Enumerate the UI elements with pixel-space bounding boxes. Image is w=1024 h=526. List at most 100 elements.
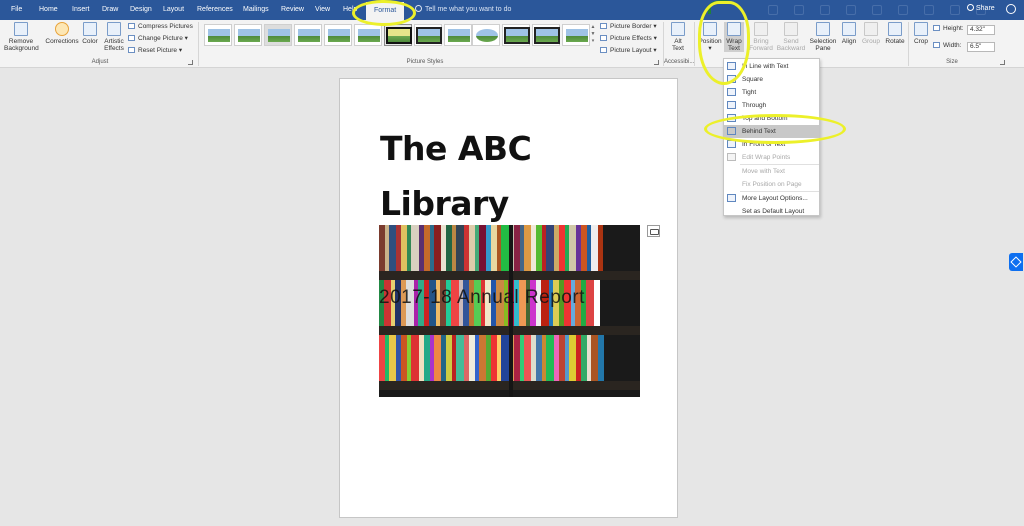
tab-design[interactable]: Design	[130, 4, 152, 18]
title-line-2: Library	[380, 184, 509, 223]
selection-pane-label-2: Pane	[815, 45, 831, 52]
tab-mailings[interactable]: Mailings	[243, 4, 269, 18]
artistic-effects-icon	[107, 22, 121, 36]
bring-forward-label-2: Forward	[749, 45, 773, 52]
picture-layout-icon	[600, 47, 607, 53]
remove-background-label-2: Background	[4, 45, 39, 52]
tab-references[interactable]: References	[197, 4, 233, 18]
group-label-adjust: Adjust	[91, 59, 109, 65]
crop-label: Crop	[913, 38, 929, 45]
send-backward-button[interactable]: Send Backward	[776, 22, 806, 52]
bookshelf-image[interactable]: 2017-18 Annual Report	[379, 225, 640, 397]
ribbon: Remove Background Corrections Color Arti…	[0, 20, 1024, 68]
alt-text-label-2: Text	[672, 45, 684, 52]
adjust-dialog-launcher[interactable]	[188, 60, 193, 65]
tab-review[interactable]: Review	[281, 4, 304, 18]
artistic-effects-button[interactable]: Artistic Effects	[102, 22, 126, 52]
tab-draw[interactable]: Draw	[102, 4, 118, 18]
height-label-text: Height:	[943, 25, 964, 32]
compress-pictures-button[interactable]: Compress Pictures	[128, 22, 193, 32]
menu-item-move-with-text[interactable]: Move with Text	[724, 165, 819, 178]
remove-background-icon	[14, 22, 28, 36]
tight-wrap-icon	[727, 88, 736, 96]
picture-style-thumb[interactable]	[234, 24, 262, 46]
share-person-icon	[967, 4, 974, 11]
tab-home[interactable]: Home	[39, 4, 58, 18]
menu-item-tight[interactable]: Tight	[724, 86, 819, 99]
rotate-button[interactable]: Rotate	[884, 22, 906, 45]
picture-style-thumb[interactable]	[502, 24, 530, 46]
picture-style-thumb[interactable]	[354, 24, 382, 46]
gallery-down-icon[interactable]: ▼	[590, 31, 596, 38]
color-label: Color	[82, 38, 98, 45]
menu-item-more-layout-options[interactable]: More Layout Options...	[724, 192, 819, 205]
color-button[interactable]: Color	[81, 22, 99, 45]
align-button[interactable]: Align	[839, 22, 859, 45]
reset-picture-button[interactable]: Reset Picture ▾	[128, 46, 182, 56]
bring-forward-label-1: Bring	[753, 38, 769, 45]
corrections-button[interactable]: Corrections	[45, 22, 79, 45]
share-button[interactable]: Share	[967, 4, 995, 12]
group-button[interactable]: Group	[861, 22, 881, 45]
format-tab-highlight	[352, 0, 416, 26]
picture-style-thumb[interactable]	[444, 24, 472, 46]
lightbulb-icon	[415, 5, 422, 12]
picture-style-thumb[interactable]	[472, 24, 500, 46]
picture-style-thumb[interactable]	[562, 24, 590, 46]
size-dialog-launcher[interactable]	[1000, 60, 1005, 65]
picture-style-thumb[interactable]	[532, 24, 560, 46]
behind-text-highlight	[704, 114, 846, 144]
remove-background-button[interactable]: Remove Background	[4, 22, 39, 52]
picture-style-thumb[interactable]	[414, 24, 442, 46]
picture-style-thumb[interactable]	[294, 24, 322, 46]
tell-me-text: Tell me what you want to do	[425, 6, 512, 13]
ribbon-tab-bar: File Home Insert Draw Design Layout Refe…	[0, 0, 1024, 20]
picture-styles-dialog-launcher[interactable]	[654, 60, 659, 65]
picture-effects-label: Picture Effects	[610, 35, 652, 42]
align-icon	[842, 22, 856, 36]
gallery-up-icon[interactable]: ▲	[590, 24, 596, 31]
picture-layout-button[interactable]: Picture Layout ▾	[600, 46, 657, 56]
alt-text-label-1: Alt	[674, 38, 682, 45]
picture-style-thumb[interactable]	[264, 24, 292, 46]
picture-border-button[interactable]: Picture Border ▾	[600, 22, 657, 32]
group-separator	[694, 22, 695, 66]
layout-options-icon[interactable]	[647, 225, 660, 237]
alt-text-button[interactable]: Alt Text	[668, 22, 688, 52]
change-picture-icon	[128, 35, 135, 41]
width-input[interactable]: 6.5"	[967, 42, 995, 52]
picture-style-thumb-selected[interactable]	[384, 24, 412, 46]
tab-view[interactable]: View	[315, 4, 330, 18]
menu-item-through[interactable]: Through	[724, 99, 819, 112]
gallery-more-icon[interactable]: ▾	[590, 38, 596, 45]
gallery-scroll[interactable]: ▲ ▼ ▾	[590, 24, 596, 48]
menu-item-label: In Line with Text	[742, 63, 789, 70]
menu-item-edit-wrap-points[interactable]: Edit Wrap Points	[724, 151, 819, 164]
picture-styles-gallery[interactable]	[204, 24, 596, 50]
reset-picture-icon	[128, 47, 135, 53]
height-input[interactable]: 4.32"	[967, 25, 995, 35]
picture-effects-button[interactable]: Picture Effects ▾	[600, 34, 657, 44]
menu-item-fix-position[interactable]: Fix Position on Page	[724, 178, 819, 191]
bring-forward-button[interactable]: Bring Forward	[748, 22, 774, 52]
picture-style-thumb[interactable]	[204, 24, 232, 46]
send-backward-icon	[784, 22, 798, 36]
tab-layout[interactable]: Layout	[163, 4, 184, 18]
tell-me-search[interactable]: Tell me what you want to do	[415, 3, 511, 17]
document-page[interactable]: The ABC Library 2017-18 Annual Report	[339, 78, 678, 518]
menu-item-label: More Layout Options...	[742, 195, 808, 202]
tab-file[interactable]: File	[11, 4, 22, 18]
tab-insert[interactable]: Insert	[72, 4, 90, 18]
crop-button[interactable]: Crop	[912, 22, 930, 45]
feedback-smiley-icon[interactable]	[1006, 4, 1016, 14]
annual-report-text[interactable]: 2017-18 Annual Report	[379, 287, 585, 309]
sun-icon	[55, 22, 69, 36]
picture-border-icon	[600, 23, 607, 29]
dropbox-icon[interactable]	[1009, 253, 1023, 271]
picture-style-thumb[interactable]	[324, 24, 352, 46]
selection-pane-button[interactable]: Selection Pane	[809, 22, 837, 52]
change-picture-button[interactable]: Change Picture ▾	[128, 34, 188, 44]
menu-item-set-default-layout[interactable]: Set as Default Layout	[724, 205, 819, 218]
width-icon	[933, 42, 940, 48]
title-bar-decoration	[760, 0, 1000, 20]
